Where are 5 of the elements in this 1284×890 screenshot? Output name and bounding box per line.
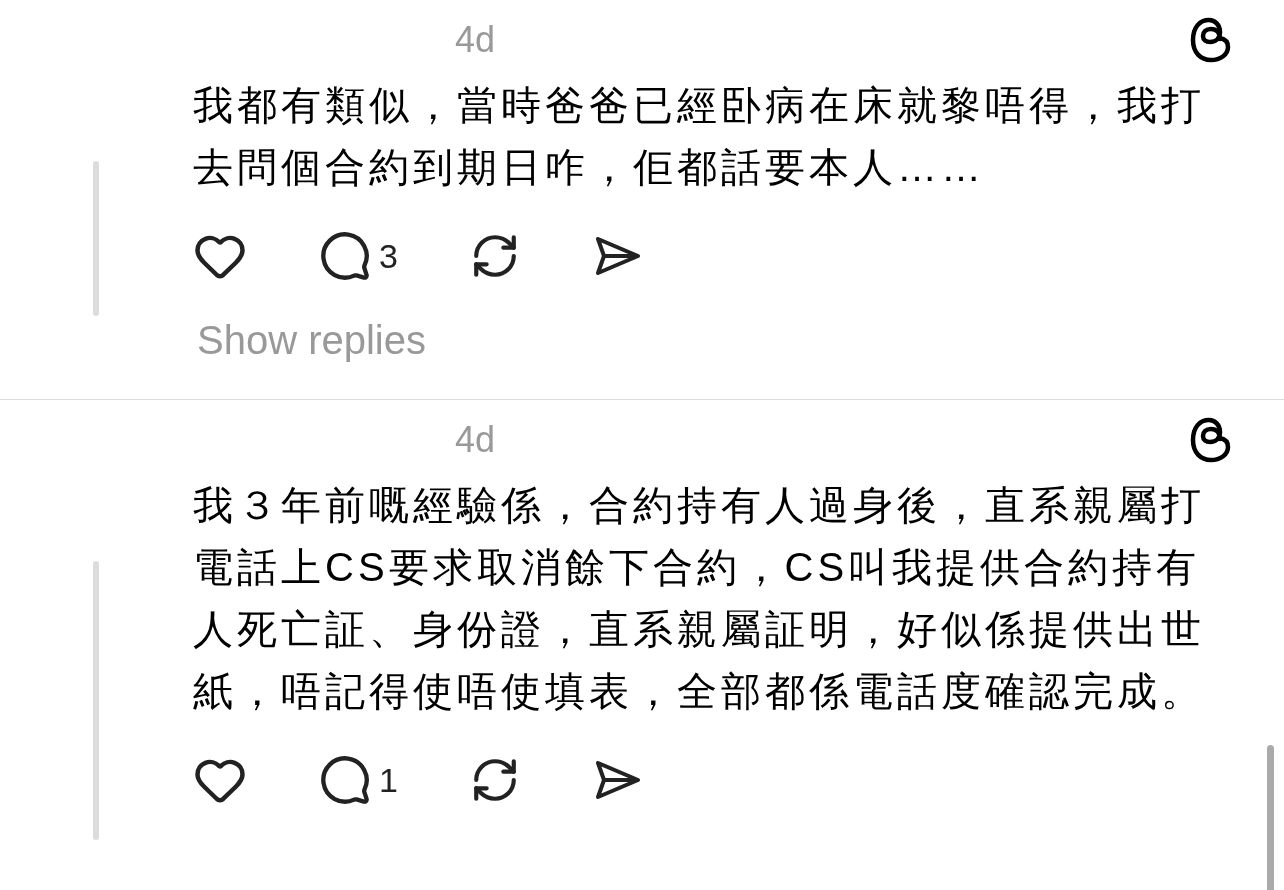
- post-text: 我都有類似，當時爸爸已經卧病在床就黎唔得，我打去問個合約到期日咋，佢都話要本人……: [193, 82, 1206, 191]
- post-time: 4d: [455, 19, 496, 61]
- post-text: 我３年前嘅經驗係，合約持有人過身後，直系親屬打電話上CS要求取消餘下合約，CS叫我提供合約持有人死亡証、身份證，直系親屬証明，好似係提供出世紙，唔記得使唔使填表，全部都係電話度確認完成。: [193, 482, 1206, 715]
- post-time: 4d: [455, 419, 496, 461]
- scroll-thumb[interactable]: [1267, 745, 1274, 890]
